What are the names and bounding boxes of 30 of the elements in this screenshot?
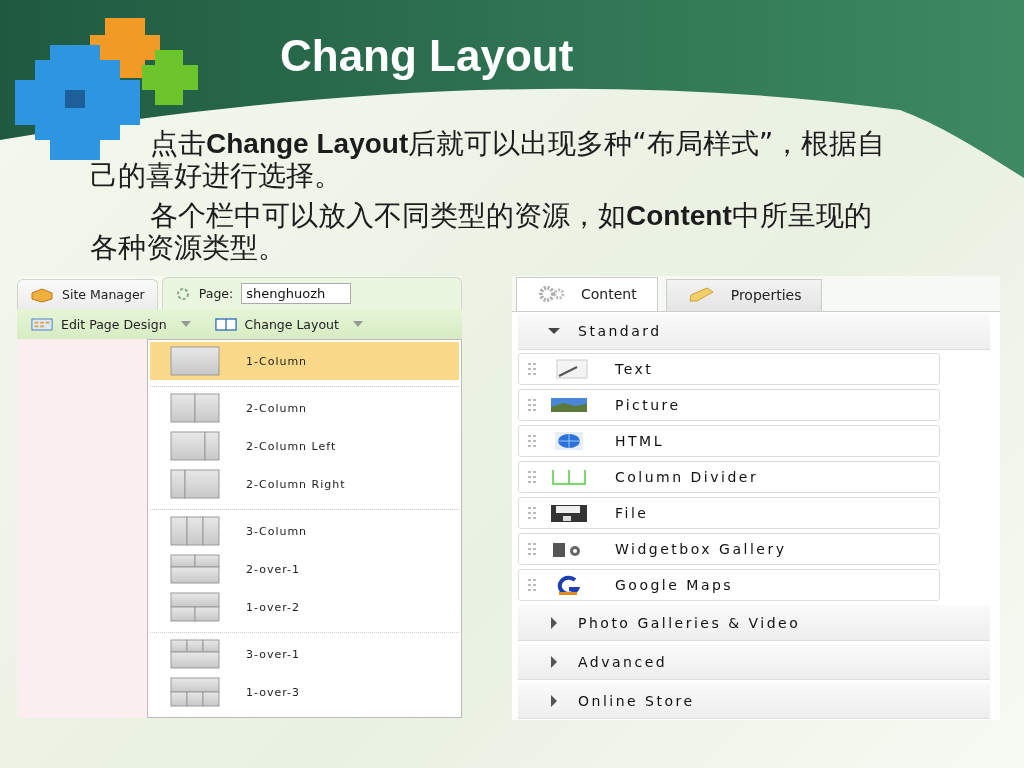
paragraph: 各个栏中可以放入不同类型的资源，如Content中所呈现的各种资源类型。 xyxy=(90,200,873,264)
menu-item[interactable]: 1-over-2 xyxy=(150,588,459,626)
menu-item[interactable]: 1-over-3 xyxy=(150,673,459,711)
menu-item[interactable]: 3-over-1 xyxy=(150,635,459,673)
toolbar-button[interactable]: Edit Page Design xyxy=(31,316,191,332)
menu-item[interactable]: 3-Column xyxy=(150,512,459,550)
content-item[interactable]: Widgetbox Gallery xyxy=(518,533,940,566)
content-item[interactable]: HTML xyxy=(518,424,940,457)
content-item[interactable]: Column Divider xyxy=(518,461,940,494)
tab[interactable]: Site Manager xyxy=(17,279,158,309)
category-header[interactable]: Advanced xyxy=(518,644,990,681)
menu-item[interactable]: 2-Column Left xyxy=(150,427,459,465)
menu-item[interactable]: 2-over-1 xyxy=(150,550,459,588)
page-field[interactable]: shenghuozh xyxy=(241,283,352,304)
category-header[interactable]: Online Store xyxy=(518,683,990,719)
tab[interactable]: Content xyxy=(516,276,658,311)
menu-item[interactable]: 2-Column Right xyxy=(150,465,459,503)
tab[interactable]: Page: shenghuozh xyxy=(161,277,462,309)
content-item[interactable]: File xyxy=(518,497,940,530)
content-item[interactable]: Text xyxy=(518,352,940,385)
toolbar-button[interactable]: Change Layout xyxy=(214,316,363,332)
category-header[interactable]: Standard xyxy=(518,313,990,350)
category-header[interactable]: Photo Galleries & Video xyxy=(518,605,990,642)
slide-title: Chang Layout xyxy=(280,30,574,82)
content-item[interactable]: Google Maps xyxy=(518,569,940,602)
tab[interactable]: Properties xyxy=(665,278,823,311)
paragraph: 点击Change Layout后就可以出现多种“布局样式”，根据自己的喜好进行选择。 xyxy=(90,128,887,192)
menu-item[interactable]: 1-Column xyxy=(150,342,459,380)
menu-item[interactable]: 2-Column xyxy=(150,389,459,427)
content-item[interactable]: Picture xyxy=(518,388,940,421)
